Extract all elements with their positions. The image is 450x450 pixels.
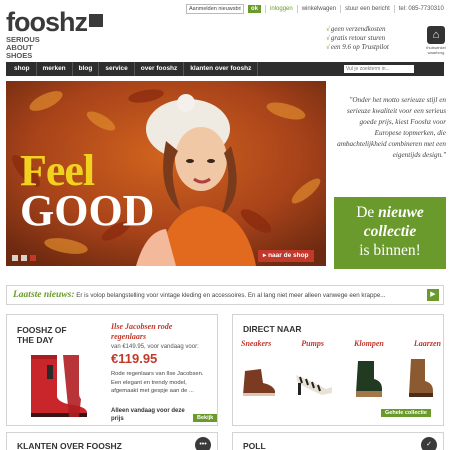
category-laarzen[interactable]: Laarzen	[414, 339, 441, 348]
poll-panel: POLL ✓	[232, 432, 444, 450]
search-input[interactable]	[344, 65, 414, 73]
nav-service[interactable]: service	[99, 62, 135, 76]
contact-link[interactable]: stuur een bericht	[345, 6, 390, 12]
category-images	[239, 357, 439, 399]
logo-box-icon	[89, 14, 103, 28]
nav-over-fooshz[interactable]: over fooshz	[135, 62, 185, 76]
product-name: Ilse Jacobsen rode regenlaars	[111, 322, 173, 341]
category-pumps[interactable]: Pumps	[301, 339, 324, 348]
slide-dot-active[interactable]	[30, 255, 36, 261]
divider	[340, 4, 342, 13]
direct-naar-panel: DIRECT NAAR Sneakers Pumps Klompen Laarz…	[232, 314, 444, 426]
category-links: Sneakers Pumps Klompen Laarzen	[241, 339, 441, 348]
slide-dot[interactable]	[21, 255, 27, 261]
divider	[265, 4, 267, 13]
panel-title: KLANTEN OVER FOOSHZ	[17, 441, 122, 450]
main-navigation: shop merken blog service over fooshz kla…	[6, 62, 444, 76]
news-label: Laatste nieuws:	[13, 290, 75, 300]
nav-klanten-over-fooshz[interactable]: klanten over fooshz	[184, 62, 259, 76]
check-icon: √	[326, 43, 330, 51]
speech-bubble-icon: •••	[195, 437, 211, 450]
usp-list: √geen verzendkosten √gratis retour sture…	[326, 25, 426, 52]
clog-image[interactable]	[350, 357, 388, 399]
news-text[interactable]: Er is volop belangstelling voor vintage …	[76, 292, 385, 299]
arrow-right-icon[interactable]: ▶	[427, 289, 439, 301]
collection-text: is binnen!	[359, 242, 421, 259]
collection-text: De	[356, 204, 379, 221]
category-klompen[interactable]: Klompen	[354, 339, 384, 348]
cart-link[interactable]: winkelwagen	[302, 6, 336, 12]
check-icon: ✓	[421, 437, 437, 450]
usp-item: √een 9.6 op Trustpilot	[326, 43, 389, 51]
top-utility-bar: ok inloggen winkelwagen stuur een berich…	[186, 3, 444, 14]
view-product-button[interactable]: Bekijk	[193, 414, 218, 422]
hero-banner[interactable]: Feel GOOD ▸ naar de shop	[6, 81, 326, 266]
panel-title: POLL	[243, 441, 266, 450]
shop-cta-label: naar de shop	[268, 252, 309, 259]
nav-merken[interactable]: merken	[37, 62, 73, 76]
news-ticker[interactable]: Laatste nieuws: Er is volop belangstelli…	[6, 285, 444, 305]
nav-shop[interactable]: shop	[8, 62, 37, 76]
usp-item: √geen verzendkosten	[326, 25, 386, 33]
slide-dot[interactable]	[12, 255, 18, 261]
sneaker-image[interactable]	[239, 357, 279, 399]
category-sneakers[interactable]: Sneakers	[241, 339, 271, 348]
brand-quote: "Onder het motto serieuze stijl en serie…	[337, 96, 446, 159]
original-price: van €149.95, voor vandaag voor:	[111, 344, 199, 350]
logo[interactable]: fooshz SERIOUS ABOUT SHOES	[6, 7, 126, 60]
divider	[296, 4, 298, 13]
thuiswinkel-trustmark[interactable]: ⌂ thuiswinkel waarborg	[424, 26, 448, 55]
fooshz-of-the-day-panel: FOOSHZ OF THE DAY Ilse Jacobsen rode regen…	[6, 314, 218, 426]
brand-name: fooshz	[6, 7, 88, 37]
panel-title: DIRECT NAAR	[243, 324, 302, 334]
home-shield-icon: ⌂	[427, 26, 445, 44]
red-rain-boot-image[interactable]	[23, 353, 91, 419]
phone-number: tel: 085-7730310	[398, 5, 444, 12]
check-icon: √	[326, 25, 330, 33]
divider	[393, 4, 395, 13]
slide-indicators	[12, 255, 36, 261]
usp-item: √gratis retour sturen	[326, 34, 386, 42]
product-description: Rode regenlaars van Ilse Jacobsen. Een e…	[111, 371, 204, 394]
check-icon: √	[326, 34, 330, 42]
logo-tagline: SHOES	[6, 51, 33, 60]
deal-notice: Alleen vandaag voor deze prijs	[111, 408, 185, 422]
newsletter-input[interactable]	[186, 3, 244, 14]
collection-text-emphasis: nieuwe	[378, 204, 424, 221]
trustmark-label: waarborg	[427, 50, 445, 55]
nav-blog[interactable]: blog	[73, 62, 100, 76]
sale-price: €119.95	[111, 351, 158, 366]
login-link[interactable]: inloggen	[270, 6, 293, 12]
newsletter-ok-button[interactable]: ok	[248, 4, 262, 13]
hero-headline-good: GOOD	[20, 186, 155, 235]
shop-cta-button[interactable]: ▸ naar de shop	[258, 250, 314, 262]
boot-image[interactable]	[401, 357, 439, 399]
full-collection-button[interactable]: Gehele collectie	[381, 409, 431, 417]
klanten-over-fooshz-panel: KLANTEN OVER FOOSHZ •••	[6, 432, 218, 450]
new-collection-banner[interactable]: De nieuwe collectie is binnen!	[334, 197, 446, 269]
collection-text-emphasis: collectie	[363, 223, 417, 240]
panel-title: FOOSHZ OF THE DAY	[17, 325, 67, 345]
zebra-pump-image[interactable]	[292, 357, 336, 399]
